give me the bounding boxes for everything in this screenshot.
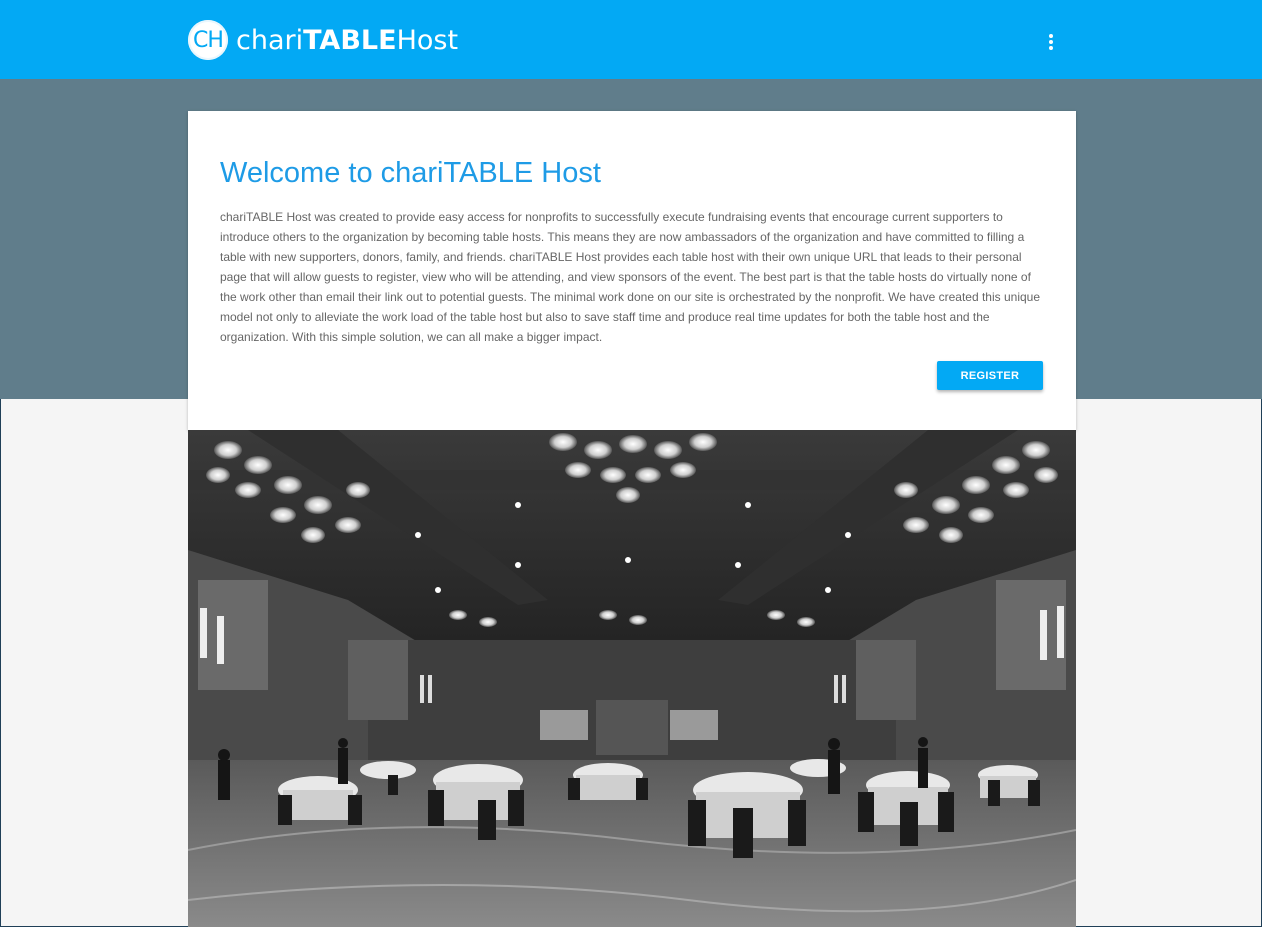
brand-prefix: chari bbox=[236, 24, 304, 56]
brand-bold: TABLE bbox=[303, 24, 397, 56]
page-title: Welcome to chariTABLE Host bbox=[220, 157, 601, 189]
welcome-card: Welcome to chariTABLE Host chariTABLE Ho… bbox=[188, 111, 1076, 430]
ballroom-photo bbox=[188, 430, 1076, 927]
top-app-bar: CH chariTABLEHost bbox=[0, 0, 1262, 79]
brand[interactable]: CH chariTABLEHost bbox=[188, 19, 458, 61]
brand-suffix: Host bbox=[396, 24, 459, 56]
more-vert-icon[interactable] bbox=[1040, 30, 1062, 54]
brand-name: chariTABLEHost bbox=[236, 25, 458, 56]
logo-text: CH bbox=[193, 27, 224, 53]
register-button[interactable]: REGISTER bbox=[937, 361, 1043, 390]
logo-icon: CH bbox=[188, 20, 228, 60]
welcome-description: chariTABLE Host was created to provide e… bbox=[220, 210, 1041, 344]
